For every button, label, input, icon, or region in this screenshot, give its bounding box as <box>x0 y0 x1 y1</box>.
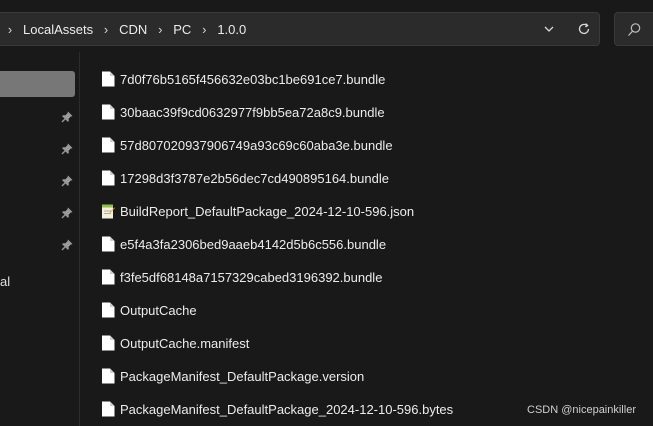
pin-icon[interactable] <box>60 174 74 188</box>
file-name: 57d807020937906749a93c69c60aba3e.bundle <box>120 137 393 153</box>
chevron-right-icon[interactable]: › <box>3 22 17 37</box>
file-name: e5f4a3fa2306bed9aaeb4142d5b6c556.bundle <box>120 236 387 252</box>
json-file-icon <box>102 204 115 219</box>
file-row[interactable]: f3fe5df68148a7157329cabed3196392.bundle <box>98 263 638 291</box>
navigation-pane: al <box>0 62 76 426</box>
chevron-down-icon <box>544 26 554 32</box>
file-explorer-window: › LocalAssets › CDN › PC › 1.0.0 al 7d0f… <box>0 0 653 426</box>
file-name: 30baac39f9cd0632977f9bb5ea72a8c9.bundle <box>120 104 385 120</box>
file-row[interactable]: BuildReport_DefaultPackage_2024-12-10-59… <box>98 197 638 225</box>
pane-divider[interactable] <box>79 52 80 426</box>
file-icon <box>102 104 115 120</box>
chevron-right-icon[interactable]: › <box>153 22 167 37</box>
breadcrumb-item-version[interactable]: 1.0.0 <box>215 22 248 37</box>
file-icon <box>102 302 115 318</box>
file-icon <box>102 368 115 384</box>
search-box[interactable] <box>614 12 653 46</box>
breadcrumb-item-cdn[interactable]: CDN <box>117 22 149 37</box>
file-name: 7d0f76b5165f456632e03bc1be691ce7.bundle <box>120 71 386 87</box>
file-name: PackageManifest_DefaultPackage.version <box>120 368 365 384</box>
file-icon <box>102 71 115 87</box>
pin-icon[interactable] <box>60 142 74 156</box>
nav-item-selected[interactable] <box>0 71 75 97</box>
file-name: BuildReport_DefaultPackage_2024-12-10-59… <box>120 203 415 219</box>
address-bar[interactable]: › LocalAssets › CDN › PC › 1.0.0 <box>0 12 600 46</box>
chevron-right-icon[interactable]: › <box>197 22 211 37</box>
file-name: PackageManifest_DefaultPackage_2024-12-1… <box>120 401 454 417</box>
file-row[interactable]: OutputCache.manifest <box>98 329 638 357</box>
file-row[interactable]: e5f4a3fa2306bed9aaeb4142d5b6c556.bundle <box>98 230 638 258</box>
breadcrumb: › LocalAssets › CDN › PC › 1.0.0 <box>0 13 248 45</box>
file-row[interactable]: 30baac39f9cd0632977f9bb5ea72a8c9.bundle <box>98 98 638 126</box>
file-row[interactable]: 17298d3f3787e2b56dec7cd490895164.bundle <box>98 164 638 192</box>
address-dropdown-button[interactable] <box>535 13 563 45</box>
file-row[interactable]: 7d0f76b5165f456632e03bc1be691ce7.bundle <box>98 65 638 93</box>
file-name: OutputCache.manifest <box>120 335 250 351</box>
watermark: CSDN @nicepainkiller <box>527 404 636 416</box>
refresh-icon <box>578 23 590 35</box>
file-row[interactable]: OutputCache <box>98 296 638 324</box>
file-icon <box>102 137 115 153</box>
pin-icon[interactable] <box>60 206 74 220</box>
chevron-right-icon[interactable]: › <box>99 22 113 37</box>
file-icon <box>102 236 115 252</box>
file-icon <box>102 269 115 285</box>
file-icon <box>102 170 115 186</box>
file-name: 17298d3f3787e2b56dec7cd490895164.bundle <box>120 170 389 186</box>
file-icon <box>102 335 115 351</box>
file-row[interactable]: 57d807020937906749a93c69c60aba3e.bundle <box>98 131 638 159</box>
pin-icon[interactable] <box>60 238 74 252</box>
breadcrumb-item-localassets[interactable]: LocalAssets <box>21 22 95 37</box>
pin-icon[interactable] <box>60 110 74 124</box>
file-icon <box>102 401 115 417</box>
file-row[interactable]: PackageManifest_DefaultPackage.version <box>98 362 638 390</box>
file-name: f3fe5df68148a7157329cabed3196392.bundle <box>120 269 383 285</box>
search-icon <box>628 23 641 36</box>
breadcrumb-item-pc[interactable]: PC <box>171 22 193 37</box>
refresh-button[interactable] <box>570 13 598 45</box>
nav-item-label[interactable]: al <box>0 274 10 289</box>
file-name: OutputCache <box>120 302 197 318</box>
